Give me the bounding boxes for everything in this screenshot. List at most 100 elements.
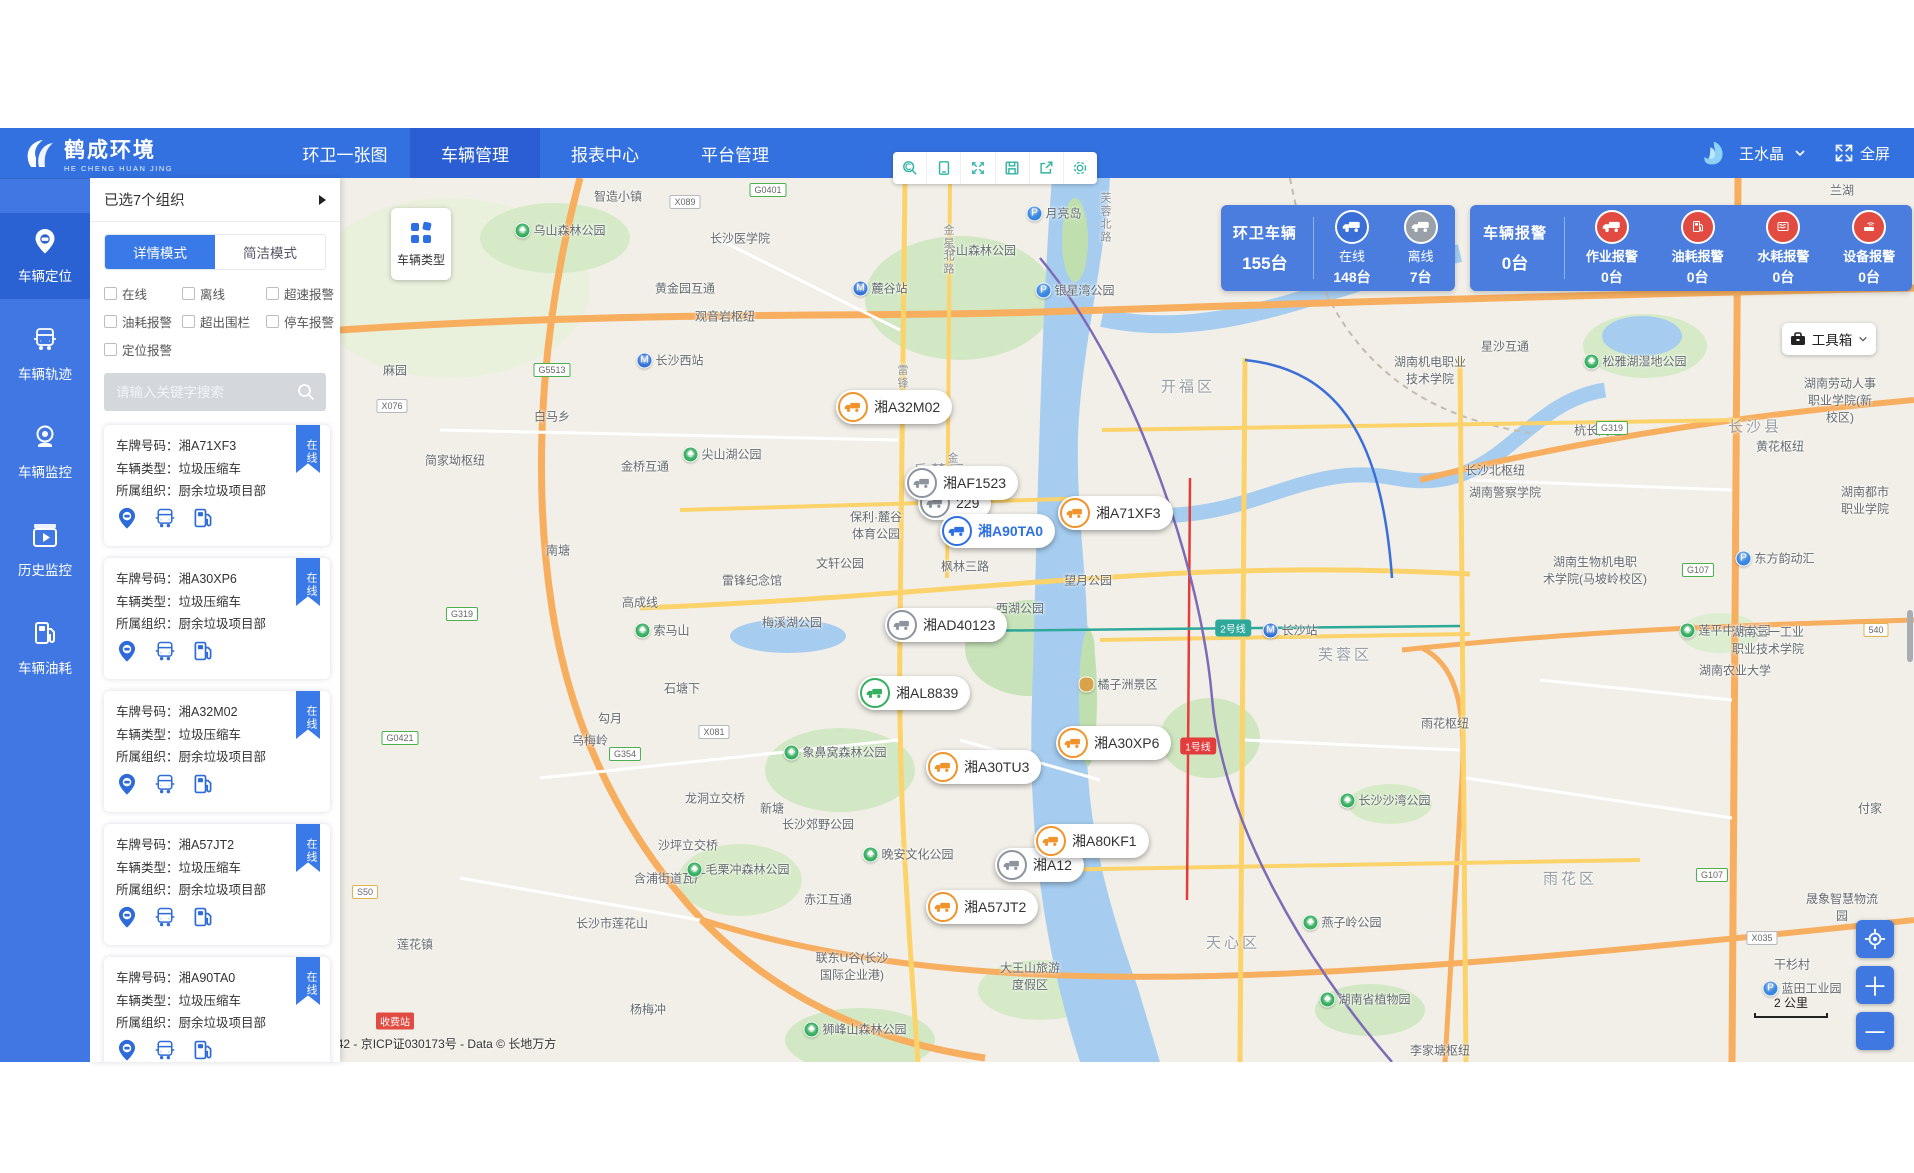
- locate-vehicle-icon[interactable]: [116, 1039, 138, 1063]
- map-canvas[interactable]: 智造小镇兰湖♣乌山森林公园长沙医学院黄金园互通P月亮岛P银星湾公园观音岩枢纽M长…: [340, 178, 1914, 1062]
- sidebar-item[interactable]: 车辆油耗: [0, 605, 90, 691]
- fuel-vehicle-icon[interactable]: [192, 773, 214, 803]
- map-label: 金星北路: [940, 224, 956, 276]
- map-label: M麓谷站: [852, 280, 907, 297]
- filter-checkbox[interactable]: 超出围栏: [182, 312, 262, 331]
- poi-green-icon: ♣: [803, 1021, 819, 1037]
- filter-checkbox[interactable]: 在线: [104, 284, 178, 303]
- vehicle-marker[interactable]: 湘AL8839: [858, 676, 970, 710]
- card-plate: 车牌号码：湘A71XF3: [116, 435, 318, 458]
- card-org: 所属组织：厨余垃圾项目部: [116, 480, 318, 503]
- sidebar-item[interactable]: 车辆监控: [0, 409, 90, 495]
- vehicle-card[interactable]: 在线车牌号码：湘A90TA0车辆类型：垃圾压缩车所属组织：厨余垃圾项目部: [104, 957, 330, 1062]
- track-vehicle-icon[interactable]: [154, 640, 176, 670]
- settings-icon[interactable]: [1064, 152, 1097, 184]
- locate-vehicle-icon[interactable]: [116, 906, 138, 936]
- checkbox-icon[interactable]: [182, 287, 195, 300]
- save-icon[interactable]: [996, 152, 1030, 184]
- track-vehicle-icon[interactable]: [154, 906, 176, 936]
- checkbox-icon[interactable]: [182, 315, 195, 328]
- vehicle-marker[interactable]: 湘A30TU3: [926, 750, 1041, 784]
- locate-button[interactable]: [1856, 920, 1894, 958]
- zoom-search-icon[interactable]: [893, 152, 927, 184]
- fullscreen-button[interactable]: 全屏: [1834, 143, 1890, 164]
- filter-checkbox[interactable]: 离线: [182, 284, 262, 303]
- poi-green-icon: ♣: [1302, 914, 1318, 930]
- checkbox-icon[interactable]: [266, 287, 279, 300]
- user-name[interactable]: 王水晶: [1739, 143, 1784, 164]
- sidebar-item[interactable]: 车辆定位: [0, 213, 90, 299]
- locate-vehicle-icon[interactable]: [116, 507, 138, 537]
- checkbox-icon[interactable]: [104, 343, 117, 356]
- mode-tab[interactable]: 简洁模式: [215, 235, 325, 269]
- vehicle-card[interactable]: 在线车牌号码：湘A30XP6车辆类型：垃圾压缩车所属组织：厨余垃圾项目部: [104, 558, 330, 679]
- fuel-vehicle-icon[interactable]: [192, 906, 214, 936]
- track-vehicle-icon[interactable]: [154, 507, 176, 537]
- org-expand-arrow-icon[interactable]: [319, 195, 326, 205]
- track-vehicle-icon[interactable]: [154, 1039, 176, 1063]
- vehicle-card-list[interactable]: 在线车牌号码：湘A71XF3车辆类型：垃圾压缩车所属组织：厨余垃圾项目部在线车牌…: [90, 421, 340, 1062]
- vehicle-marker[interactable]: 湘A90TA0: [940, 514, 1055, 548]
- vehicle-marker[interactable]: 湘A57JT2: [926, 890, 1038, 924]
- bus-icon: [32, 326, 58, 355]
- filter-checkbox[interactable]: 油耗报警: [104, 312, 178, 331]
- vehicle-card[interactable]: 在线车牌号码：湘A32M02车辆类型：垃圾压缩车所属组织：厨余垃圾项目部: [104, 691, 330, 812]
- vehicle-marker[interactable]: 湘AD40123: [885, 608, 1007, 642]
- checkbox-icon[interactable]: [266, 315, 279, 328]
- sidebar-item[interactable]: 车辆轨迹: [0, 311, 90, 397]
- chevron-down-icon[interactable]: [1794, 147, 1806, 159]
- vehicle-type-grid-icon: [409, 221, 433, 245]
- filter-checkbox[interactable]: 定位报警: [104, 340, 178, 359]
- map-label: 保利·麓谷 体育公园: [850, 508, 902, 542]
- filter-checkbox[interactable]: 停车报警: [266, 312, 334, 331]
- nav-item[interactable]: 平台管理: [670, 128, 800, 178]
- vehicle-type-button[interactable]: 车辆类型: [391, 208, 451, 280]
- user-avatar[interactable]: [1699, 138, 1729, 168]
- map-label: 望月公园: [1064, 572, 1112, 589]
- search-icon[interactable]: [296, 382, 316, 402]
- map-label: 干杉村: [1774, 956, 1810, 973]
- vehicle-marker[interactable]: 湘A71XF3: [1058, 496, 1173, 530]
- map-attribution: 1111342 - 京ICP证030173号 - Data © 长地万方: [340, 1035, 556, 1052]
- fuel-vehicle-icon[interactable]: [192, 507, 214, 537]
- export-icon[interactable]: [1030, 152, 1064, 184]
- page-scrollbar-thumb[interactable]: [1907, 610, 1913, 662]
- checkbox-icon[interactable]: [104, 315, 117, 328]
- fuel-vehicle-icon[interactable]: [192, 640, 214, 670]
- vehicle-marker[interactable]: 湘A30XP6: [1056, 726, 1171, 760]
- marker-truck-icon: [928, 752, 958, 782]
- search-input[interactable]: [104, 373, 326, 411]
- vehicle-total-count: 155台: [1242, 249, 1287, 274]
- sidebar-item[interactable]: 历史监控: [0, 507, 90, 593]
- toolbox-button[interactable]: 工具箱: [1782, 323, 1876, 355]
- vehicle-marker[interactable]: 湘AF1523: [905, 466, 1018, 500]
- online-truck-icon: [1335, 210, 1369, 244]
- offline-truck-icon: [1404, 210, 1438, 244]
- map-label: 观音岩枢纽: [695, 308, 755, 325]
- zoom-in-button[interactable]: ＋: [1856, 966, 1894, 1004]
- org-selection-label: 已选7个组织: [104, 189, 185, 210]
- track-vehicle-icon[interactable]: [154, 773, 176, 803]
- road-badge: G319: [446, 607, 478, 621]
- vehicle-card[interactable]: 在线车牌号码：湘A57JT2车辆类型：垃圾压缩车所属组织：厨余垃圾项目部: [104, 824, 330, 945]
- filter-checkbox[interactable]: 超速报警: [266, 284, 334, 303]
- zoom-out-button[interactable]: －: [1856, 1012, 1894, 1050]
- poi-blue-icon: P: [1735, 550, 1751, 566]
- vehicle-card[interactable]: 在线车牌号码：湘A71XF3车辆类型：垃圾压缩车所属组织：厨余垃圾项目部: [104, 425, 330, 546]
- locate-vehicle-icon[interactable]: [116, 773, 138, 803]
- app-logo: 鹤成环境 HE CHENG HUAN JING: [0, 134, 280, 173]
- nav-item[interactable]: 报表中心: [540, 128, 670, 178]
- map-label: 天心区: [1206, 932, 1260, 953]
- nav-item[interactable]: 车辆管理: [410, 128, 540, 178]
- map-scale: 2 公里: [1754, 994, 1828, 1018]
- fuel-vehicle-icon[interactable]: [192, 1039, 214, 1063]
- nav-item[interactable]: 环卫一张图: [280, 128, 410, 178]
- vehicle-marker[interactable]: 湘A80KF1: [1034, 824, 1149, 858]
- vehicle-marker[interactable]: 湘A32M02: [836, 390, 952, 424]
- locate-vehicle-icon[interactable]: [116, 640, 138, 670]
- monitor-icon[interactable]: [927, 152, 961, 184]
- checkbox-icon[interactable]: [104, 287, 117, 300]
- mode-tab[interactable]: 详情模式: [105, 235, 215, 269]
- expand-icon[interactable]: [961, 152, 995, 184]
- card-type: 车辆类型：垃圾压缩车: [116, 990, 318, 1013]
